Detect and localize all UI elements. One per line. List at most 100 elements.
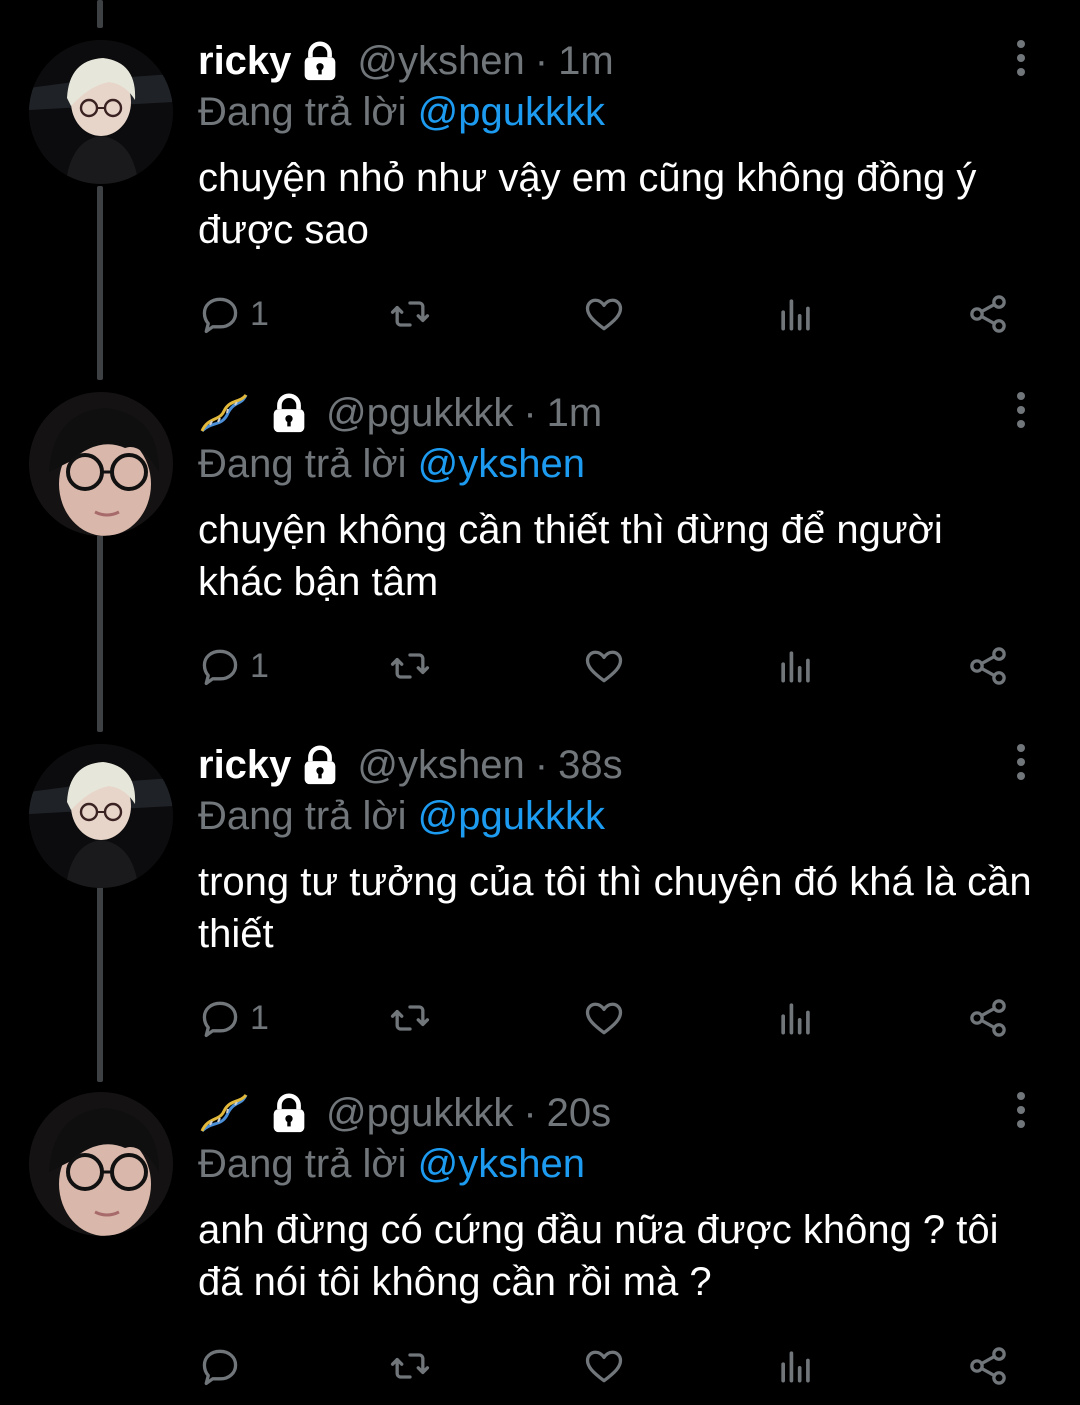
share-button[interactable]	[966, 1342, 1010, 1390]
more-icon[interactable]	[1008, 390, 1034, 430]
tweet-header: @pgukkkk · 20s	[198, 1088, 611, 1138]
separator-dot: ·	[523, 1090, 537, 1135]
more-icon[interactable]	[1008, 1090, 1034, 1130]
tweet-header: @pgukkkk · 1m	[198, 388, 602, 438]
display-name[interactable]: ricky	[198, 743, 291, 788]
retweet-button[interactable]	[388, 290, 432, 338]
reply-icon	[202, 1001, 238, 1038]
like-button[interactable]	[582, 642, 626, 690]
tweet-text: anh đừng có cứng đầu nữa được không ? tô…	[198, 1208, 999, 1304]
dna-icon[interactable]	[198, 1091, 250, 1135]
like-icon	[585, 650, 623, 683]
analytics-button[interactable]	[774, 642, 818, 690]
replying-to-handle[interactable]: @pgukkkk	[418, 794, 605, 838]
handle[interactable]: @ykshen	[357, 39, 524, 84]
retweet-icon	[390, 653, 430, 679]
reply-icon	[202, 1349, 238, 1386]
retweet-button[interactable]	[388, 1342, 432, 1390]
tweet-actions: 1	[198, 290, 1028, 338]
reply-icon	[202, 297, 238, 334]
reply-icon	[202, 649, 238, 686]
timestamp[interactable]: 1m	[547, 391, 603, 436]
retweet-button[interactable]	[388, 994, 432, 1042]
tweet-text: trong tư tưởng của tôi thì chuyện đó khá…	[198, 860, 1032, 956]
reply-count: 1	[250, 294, 269, 333]
retweet-icon	[390, 1005, 430, 1031]
more-icon[interactable]	[1008, 742, 1034, 782]
timestamp[interactable]: 38s	[558, 743, 623, 788]
share-button[interactable]	[966, 642, 1010, 690]
reply-thread: ricky @ykshen · 1m Đang trả lời @pgukkkk…	[0, 0, 1080, 1405]
lock-icon	[273, 393, 305, 433]
replying-to-label: Đang trả lời	[198, 1142, 407, 1186]
avatar[interactable]	[29, 744, 173, 888]
analytics-icon	[781, 1351, 810, 1383]
separator-dot: ·	[534, 742, 549, 787]
retweet-icon	[390, 301, 430, 327]
replying-to-label: Đang trả lời	[198, 794, 407, 838]
replying-to-handle[interactable]: @pgukkkk	[418, 90, 605, 134]
reply-button[interactable]: 1	[198, 642, 269, 690]
analytics-button[interactable]	[774, 290, 818, 338]
like-button[interactable]	[582, 994, 626, 1042]
lock-icon	[305, 745, 336, 785]
retweet-icon	[390, 1353, 430, 1379]
tweet-header: ricky @ykshen · 38s	[198, 740, 623, 790]
analytics-button[interactable]	[774, 994, 818, 1042]
analytics-button[interactable]	[774, 1342, 818, 1390]
tweet-text: chuyện không cần thiết thì đừng để người…	[198, 508, 943, 604]
like-icon	[585, 298, 623, 331]
display-name[interactable]: ricky	[198, 39, 291, 84]
replying-to: Đang trả lời @pgukkkk	[198, 794, 605, 839]
handle[interactable]: @pgukkkk	[326, 1091, 513, 1136]
share-icon	[970, 295, 1006, 333]
tweet-actions: 1	[198, 642, 1028, 690]
replying-to: Đang trả lời @ykshen	[198, 442, 585, 487]
replying-to: Đang trả lời @ykshen	[198, 1142, 585, 1187]
separator-dot: ·	[534, 38, 549, 83]
replying-to-label: Đang trả lời	[198, 442, 407, 486]
like-button[interactable]	[582, 290, 626, 338]
share-icon	[970, 647, 1006, 685]
more-icon[interactable]	[1008, 38, 1034, 78]
replying-to-handle[interactable]: @ykshen	[418, 1142, 585, 1186]
tweet[interactable]: ricky @ykshen · 38s Đang trả lời @pgukkk…	[0, 704, 1080, 1056]
share-icon	[970, 1347, 1006, 1385]
like-button[interactable]	[582, 1342, 626, 1390]
analytics-icon	[781, 651, 810, 683]
dna-icon[interactable]	[198, 391, 250, 435]
separator-dot: ·	[523, 390, 537, 435]
avatar[interactable]	[29, 1092, 173, 1236]
analytics-icon	[781, 299, 810, 331]
like-icon	[585, 1002, 623, 1035]
tweet-actions: 1	[198, 994, 1028, 1042]
handle[interactable]: @ykshen	[357, 743, 524, 788]
tweet-actions	[198, 1342, 1028, 1390]
share-icon	[970, 999, 1006, 1037]
share-button[interactable]	[966, 994, 1010, 1042]
tweet[interactable]: @pgukkkk · 20s Đang trả lời @ykshen anh …	[0, 1052, 1080, 1404]
share-button[interactable]	[966, 290, 1010, 338]
replying-to-handle[interactable]: @ykshen	[418, 442, 585, 486]
tweet[interactable]: @pgukkkk · 1m Đang trả lời @ykshen chuyệ…	[0, 352, 1080, 704]
replying-to-label: Đang trả lời	[198, 90, 407, 134]
replying-to: Đang trả lời @pgukkkk	[198, 90, 605, 135]
reply-button[interactable]	[198, 1342, 250, 1390]
handle[interactable]: @pgukkkk	[326, 391, 513, 436]
reply-count: 1	[250, 998, 269, 1037]
analytics-icon	[781, 1003, 810, 1035]
tweet[interactable]: ricky @ykshen · 1m Đang trả lời @pgukkkk…	[0, 0, 1080, 352]
tweet-text: chuyện nhỏ như vậy em cũng không đồng ý …	[198, 156, 977, 252]
reply-button[interactable]: 1	[198, 290, 269, 338]
tweet-header: ricky @ykshen · 1m	[198, 36, 614, 86]
avatar[interactable]	[29, 40, 173, 184]
reply-count: 1	[250, 646, 269, 685]
avatar[interactable]	[29, 392, 173, 536]
timestamp[interactable]: 1m	[558, 39, 614, 84]
reply-button[interactable]: 1	[198, 994, 269, 1042]
retweet-button[interactable]	[388, 642, 432, 690]
lock-icon	[273, 1093, 305, 1133]
like-icon	[585, 1350, 623, 1383]
timestamp[interactable]: 20s	[547, 1091, 612, 1136]
lock-icon	[305, 41, 336, 81]
